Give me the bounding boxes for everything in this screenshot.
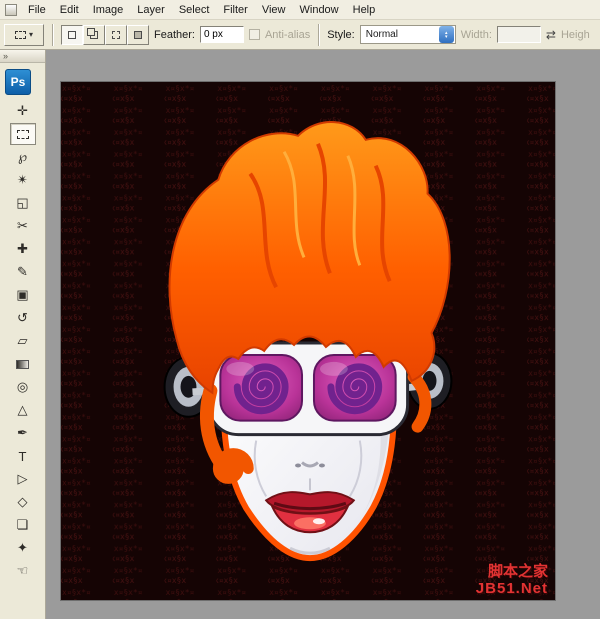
hand-tool-icon: ☜ [17,563,29,579]
dodge-tool-button[interactable]: △ [10,399,36,421]
separator [52,24,53,46]
chevron-down-icon: ▾ [29,30,33,39]
width-input [497,26,541,43]
add-to-selection-icon [87,28,95,36]
illustration: x¤§x*¤ *§x¤x§x [61,82,555,600]
pen-tool-button[interactable]: ✒ [10,422,36,444]
new-selection-icon [68,31,76,39]
path-selection-tool-button[interactable]: ▷ [10,468,36,490]
eraser-tool-icon: ▱ [18,333,28,349]
separator [318,24,319,46]
menu-help[interactable]: Help [346,2,383,18]
options-bar: ▾ Feather: Anti-alias Style: Normal ▴▾ W… [0,20,600,50]
slice-tool-button[interactable]: ✂ [10,215,36,237]
swap-dimensions-icon[interactable]: ⇄ [546,28,556,42]
gradient-tool-button[interactable] [10,353,36,375]
rectangular-marquee-tool-icon [17,130,29,139]
width-label: Width: [461,29,492,41]
selection-mode-group [61,25,149,45]
style-label: Style: [327,29,355,41]
combo-arrows-icon: ▴▾ [439,26,454,43]
menu-select[interactable]: Select [172,2,217,18]
move-tool-icon: ✛ [17,103,28,119]
eraser-tool-button[interactable]: ▱ [10,330,36,352]
menu-edit[interactable]: Edit [53,2,86,18]
notes-tool-icon: ❏ [17,517,29,533]
type-tool-icon: T [19,449,27,464]
shape-tool-button[interactable]: ◇ [10,491,36,513]
blur-tool-icon: ◎ [17,379,28,395]
menu-bar: FileEditImageLayerSelectFilterViewWindow… [0,0,600,20]
watermark-line2: JB51.Net [476,580,548,597]
eyedropper-tool-icon: ✦ [17,540,28,556]
menu-filter[interactable]: Filter [216,2,254,18]
history-brush-tool-icon: ↺ [17,310,28,326]
lasso-tool-icon: ℘ [18,149,27,165]
slice-tool-icon: ✂ [17,218,28,234]
brush-tool-button[interactable]: ✎ [10,261,36,283]
marquee-icon [15,31,26,39]
hand-tool-button[interactable]: ☜ [10,560,36,582]
clone-stamp-tool-icon: ▣ [16,287,28,303]
anti-alias-checkbox [249,29,260,40]
clone-stamp-tool-button[interactable]: ▣ [10,284,36,306]
eyedropper-tool-button[interactable]: ✦ [10,537,36,559]
menu-image[interactable]: Image [86,2,131,18]
anti-alias-label: Anti-alias [265,29,310,41]
magic-wand-tool-button[interactable]: ✴ [10,169,36,191]
app-icon [5,4,17,16]
crop-tool-icon: ◱ [16,195,28,211]
healing-brush-tool-icon: ✚ [17,241,28,257]
photoshop-window: FileEditImageLayerSelectFilterViewWindow… [0,0,600,619]
menu-window[interactable]: Window [293,2,346,18]
document-canvas[interactable]: x¤§x*¤ *§x¤x§x [60,81,556,601]
canvas-area: x¤§x*¤ *§x¤x§x [46,50,600,619]
menu-layer[interactable]: Layer [130,2,172,18]
magic-wand-tool-icon: ✴ [17,172,28,188]
dodge-tool-icon: △ [18,402,28,418]
style-select[interactable]: Normal ▴▾ [360,25,456,44]
palette-collapse-grip[interactable]: » [0,50,45,63]
intersect-selection-button[interactable] [127,25,149,45]
blur-tool-button[interactable]: ◎ [10,376,36,398]
menu-file[interactable]: File [21,2,53,18]
lasso-tool-button[interactable]: ℘ [10,146,36,168]
crop-tool-button[interactable]: ◱ [10,192,36,214]
subtract-from-selection-icon [112,31,120,39]
photoshop-logo: Ps [5,69,31,95]
height-label: Heigh [561,29,590,41]
pen-tool-icon: ✒ [17,425,28,441]
add-to-selection-button[interactable] [83,25,105,45]
gradient-tool-icon [16,360,29,369]
feather-label: Feather: [154,29,195,41]
subtract-from-selection-button[interactable] [105,25,127,45]
move-tool-button[interactable]: ✛ [10,100,36,122]
healing-brush-tool-button[interactable]: ✚ [10,238,36,260]
tool-palette: » Ps ✛ ℘ ✴ ◱ ✂ ✚ ✎ ▣ ↺ ▱ ◎ △ ✒ T ▷ ◇ ❏ ✦ ☜ [0,50,46,619]
menu-view[interactable]: View [255,2,293,18]
feather-input[interactable] [200,26,244,43]
path-selection-tool-icon: ▷ [18,471,28,487]
tool-preset-picker[interactable]: ▾ [4,24,44,46]
notes-tool-button[interactable]: ❏ [10,514,36,536]
style-value: Normal [361,29,439,40]
history-brush-tool-button[interactable]: ↺ [10,307,36,329]
new-selection-button[interactable] [61,25,83,45]
watermark-line1: 脚本之家 [476,563,548,580]
brush-tool-icon: ✎ [17,264,28,280]
type-tool-button[interactable]: T [10,445,36,467]
watermark: 脚本之家 JB51.Net [476,563,548,598]
rectangular-marquee-tool-button[interactable] [10,123,36,145]
shape-tool-icon: ◇ [18,494,28,510]
intersect-selection-icon [134,31,142,39]
